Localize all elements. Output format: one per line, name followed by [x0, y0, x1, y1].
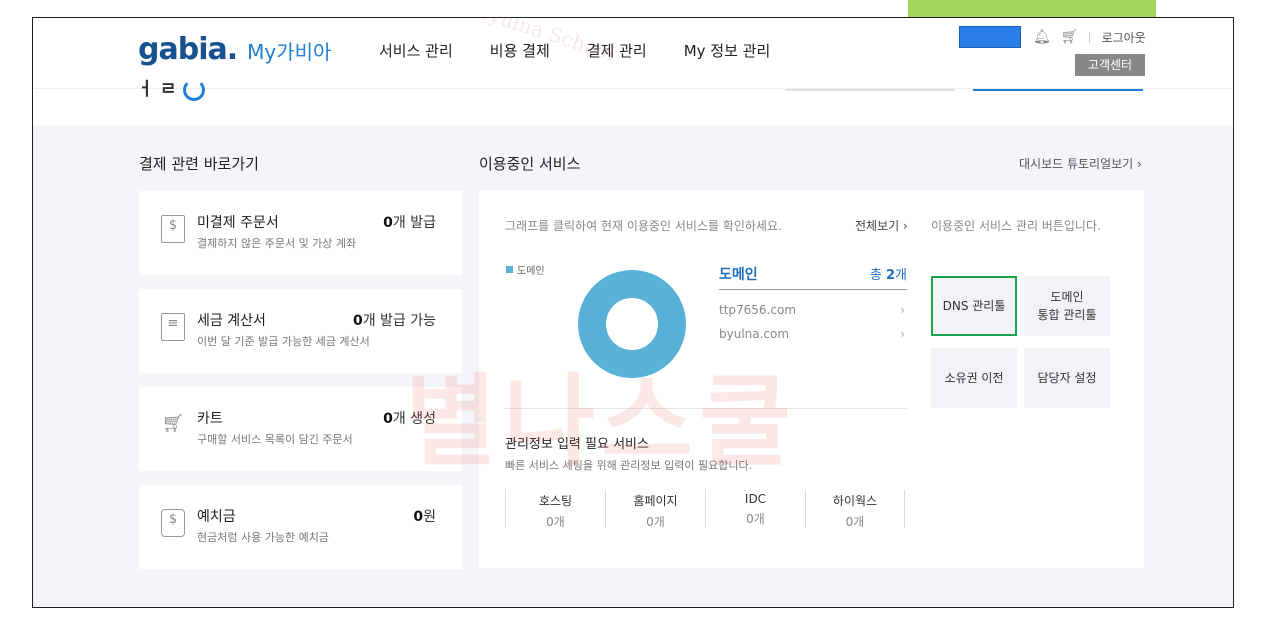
cart-icon: 🛒︎ — [161, 413, 185, 434]
nav-my-info[interactable]: My 정보 관리 — [684, 40, 771, 61]
ownership-transfer-button[interactable]: 소유권 이전 — [931, 348, 1017, 408]
divider — [1088, 31, 1090, 43]
domain-name: byulna.com — [719, 327, 790, 341]
card-desc: 결제하지 않은 주문서 및 가상 계좌 — [197, 237, 357, 250]
header-strip: ㅓ ㄹ — [33, 79, 1233, 125]
card-title: 미결제 주문서 — [197, 215, 279, 231]
domain-integrated-tool-button[interactable]: 도메인통합 관리툴 — [1024, 276, 1110, 336]
count-label: 하이웍스 — [832, 494, 878, 508]
watermark-big-text: 별나스쿨 — [405, 363, 797, 480]
count-value: 0개 — [845, 515, 865, 529]
gabia-logo[interactable]: gabia. My가비아 — [138, 32, 331, 67]
card-desc: 현금처럼 사용 가능한 예치금 — [197, 531, 329, 544]
service-total: 총 2개 — [869, 268, 907, 283]
user-name-box[interactable] — [959, 26, 1021, 48]
service-name: 도메인 — [719, 267, 758, 283]
deposit-card[interactable]: $ 예치금 현금처럼 사용 가능한 예치금 0원 — [139, 485, 462, 569]
count-hiworks[interactable]: 하이웍스 0개 — [805, 490, 905, 529]
contact-settings-button[interactable]: 담당자 설정 — [1024, 348, 1110, 408]
cart-icon[interactable]: 🛒︎ — [1061, 29, 1079, 45]
deposit-icon: $ — [161, 509, 185, 537]
logo-sub-text: My가비아 — [247, 40, 332, 64]
shortcuts-title: 결제 관련 바로가기 — [139, 155, 259, 173]
button-line: 도메인 — [1050, 290, 1084, 304]
unpaid-order-card[interactable]: $ 미결제 주문서 결제하지 않은 주문서 및 가상 계좌 0개 발급 — [139, 191, 462, 275]
card-title: 카트 — [197, 411, 223, 427]
card-desc: 이번 달 기준 발급 가능한 세금 계산서 — [197, 335, 370, 348]
services-title: 이용중인 서비스 — [479, 155, 581, 173]
domain-name: ttp7656.com — [719, 303, 797, 317]
dns-tool-button[interactable]: DNS 관리툴 — [931, 276, 1017, 336]
card-value: 0개 발급 가능 — [352, 313, 436, 329]
service-summary-header: 도메인 총 2개 — [719, 264, 907, 290]
partial-button-line — [973, 89, 1143, 91]
tutorial-link[interactable]: 대시보드 튜토리얼보기 › — [1019, 155, 1142, 172]
button-line: 통합 관리툴 — [1037, 308, 1097, 322]
count-value: 0개 — [646, 515, 665, 529]
count-hosting[interactable]: 호스팅 0개 — [505, 490, 605, 529]
count-label: 호스팅 — [538, 494, 573, 508]
domain-list-item[interactable]: ttp7656.com › — [719, 303, 907, 317]
legend-label: 도메인 — [517, 266, 545, 277]
site-header: gabia. My가비아 서비스 관리 비용 결제 결제 관리 My 정보 관리… — [33, 18, 1233, 88]
count-value: 0개 — [746, 512, 765, 526]
dashboard-frame: gabia. My가비아 서비스 관리 비용 결제 결제 관리 My 정보 관리… — [32, 17, 1234, 608]
management-hint: 이용중인 서비스 관리 버튼입니다. — [931, 219, 1101, 233]
nav-service-management[interactable]: 서비스 관리 — [379, 40, 453, 61]
invoice-icon: $ — [161, 215, 185, 243]
domain-list-item[interactable]: byulna.com › — [719, 327, 907, 341]
card-value: 0개 발급 — [383, 215, 436, 231]
bell-icon[interactable]: 🔔︎ — [1033, 29, 1051, 45]
top-right-utility: 🔔︎ 🛒︎ 로그아웃 — [959, 26, 1146, 48]
partial-input-line — [785, 89, 955, 91]
card-title: 세금 계산서 — [197, 313, 266, 329]
customer-center-button[interactable]: 고객센터 — [1075, 54, 1145, 76]
count-homepage[interactable]: 홈페이지 0개 — [605, 490, 705, 529]
count-label: IDC — [744, 492, 767, 506]
card-value: 0원 — [413, 509, 436, 525]
partial-text: ㅓ ㄹ — [137, 79, 177, 100]
chevron-right-icon: › — [900, 303, 905, 317]
card-title: 예치금 — [197, 509, 236, 525]
card-desc: 구매할 서비스 목록이 담긴 주문서 — [197, 433, 353, 446]
chevron-right-icon: › — [900, 327, 905, 341]
count-value: 0개 — [546, 515, 565, 529]
legend-swatch — [506, 266, 513, 273]
logout-link[interactable]: 로그아웃 — [1102, 29, 1146, 46]
top-green-bar — [908, 0, 1156, 17]
chart-legend: 도메인 — [506, 262, 545, 277]
receipt-icon: ≡ — [161, 313, 185, 341]
count-idc[interactable]: IDC 0개 — [705, 490, 805, 528]
graph-hint: 그래프를 클릭하여 현재 이용중인 서비스를 확인하세요. — [505, 219, 782, 233]
logo-text: gabia. — [138, 32, 238, 67]
partial-icon — [183, 79, 205, 101]
view-all-link[interactable]: 전체보기 › — [855, 217, 908, 234]
required-service-counts: 호스팅 0개 홈페이지 0개 IDC 0개 하이웍스 0개 — [505, 490, 905, 529]
count-label: 홈페이지 — [633, 494, 678, 508]
